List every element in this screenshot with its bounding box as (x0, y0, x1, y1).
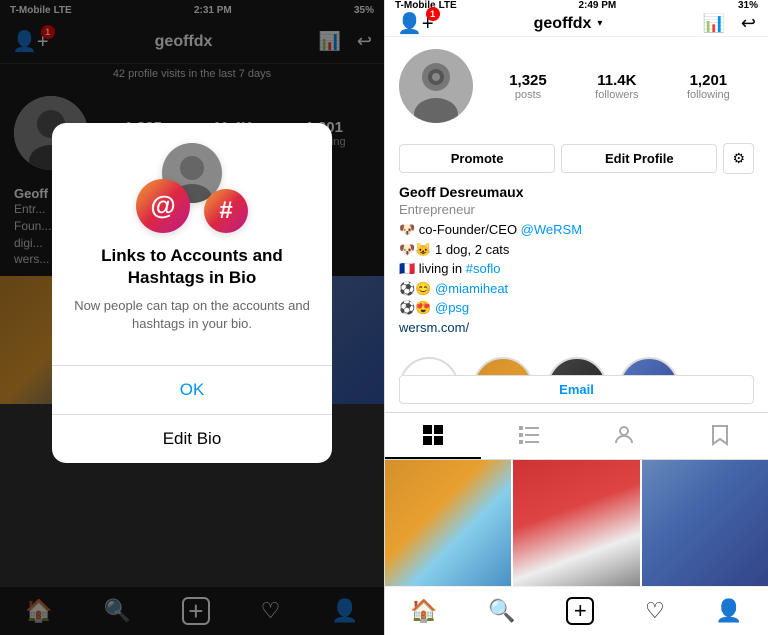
bio-miamiheatlink[interactable]: @miamiheat (435, 281, 508, 296)
tab-list[interactable] (481, 413, 577, 459)
bio-website: wersm.com/ (399, 318, 754, 338)
bio-line-3: 🇫🇷 living in #soflo (399, 259, 754, 279)
settings-button[interactable]: ⚙ (723, 143, 754, 174)
bio-psglink[interactable]: @psg (435, 300, 469, 315)
right-stat-posts: 1,325 posts (509, 72, 547, 101)
right-followers-number: 11.4K (597, 72, 636, 89)
email-button[interactable]: Email (399, 375, 754, 404)
bio-line-5: ⚽😍 @psg (399, 298, 754, 318)
right-posts-number: 1,325 (509, 72, 547, 89)
bio-line-1: 🐶 co-Founder/CEO @WeRSM (399, 220, 754, 240)
at-icon: @ (136, 179, 190, 233)
highlight-new[interactable]: + New (399, 357, 459, 375)
bio-line-4: ⚽😊 @miamiheat (399, 279, 754, 299)
right-photo-red-wall[interactable] (513, 460, 639, 586)
right-photo-desert[interactable] (385, 460, 511, 586)
right-following-label: following (687, 89, 730, 101)
right-tab-search[interactable]: 🔍 (488, 598, 515, 624)
right-tab-home[interactable]: 🏠 (410, 598, 437, 624)
right-tab-add[interactable]: + (566, 597, 594, 625)
right-tab-bar: 🏠 🔍 + ♡ 👤 (385, 586, 768, 635)
highlight-panthers[interactable]: Panthers (619, 357, 679, 375)
highlight-add-circle: + (399, 357, 459, 375)
highlight-ektoras-circle (547, 357, 607, 375)
right-panel: T-Mobile LTE 2:49 PM 31% 👤+ 1 geoffdx ▾ … (384, 0, 768, 635)
battery-right: 31% (738, 0, 758, 11)
right-stat-following: 1,201 following (687, 72, 730, 101)
graph-icon-right[interactable]: 📊 (702, 13, 724, 34)
bio-line-2: 🐶😺 1 dog, 2 cats (399, 240, 754, 260)
right-top-nav: 👤+ 1 geoffdx ▾ 📊 ↩ (385, 11, 768, 37)
edit-profile-button[interactable]: Edit Profile (561, 144, 717, 173)
highlight-music-circle (473, 357, 533, 375)
right-stat-followers: 11.4K followers (595, 72, 638, 101)
right-stats-group: 1,325 posts 11.4K followers 1,201 follow… (485, 72, 754, 101)
tab-tagged[interactable] (577, 413, 673, 459)
right-photo-legs[interactable] (642, 460, 768, 586)
dialog-box: @ # Links to Accounts and Hashtags in Bi… (52, 123, 332, 464)
tab-grid[interactable] (385, 413, 481, 459)
right-posts-label: posts (515, 89, 541, 101)
history-icon-right[interactable]: ↩ (741, 13, 756, 34)
right-followers-label: followers (595, 89, 638, 101)
dialog-title: Links to Accounts and Hashtags in Bio (72, 245, 312, 289)
content-tabs (385, 412, 768, 460)
network-right: LTE (439, 0, 457, 11)
dialog-icons: @ # (132, 143, 252, 233)
highlight-music[interactable]: Music in Mi... (471, 357, 535, 375)
notification-badge-right: 1 (426, 7, 440, 21)
right-avatar (399, 49, 473, 123)
profile-action-buttons: Promote Edit Profile ⚙ (385, 135, 768, 182)
bio-wersmlink[interactable]: @WeRSM (521, 222, 582, 237)
right-profile-name: Geoff Desreumaux (399, 184, 754, 200)
right-status-bar: T-Mobile LTE 2:49 PM 31% (385, 0, 768, 11)
highlight-ektoras[interactable]: Ektoras (547, 357, 607, 375)
time-right: 2:49 PM (578, 0, 616, 11)
right-nav-icons: 📊 ↩ (702, 13, 756, 34)
right-profile-bio: 🐶 co-Founder/CEO @WeRSM 🐶😺 1 dog, 2 cats… (399, 220, 754, 337)
dialog-edit-button[interactable]: Edit Bio (52, 415, 332, 463)
dialog-description: Now people can tap on the accounts and h… (72, 297, 312, 333)
highlight-panthers-circle (619, 357, 679, 375)
right-username-group: geoffdx ▾ (534, 15, 603, 33)
right-photos-grid (385, 460, 768, 586)
dialog-ok-button[interactable]: OK (52, 366, 332, 415)
right-profile-stats: 1,325 posts 11.4K followers 1,201 follow… (385, 37, 768, 135)
right-profile-info: Geoff Desreumaux Entrepreneur 🐶 co-Found… (385, 182, 768, 345)
tab-saved[interactable] (672, 413, 768, 459)
left-panel: T-Mobile LTE 2:31 PM 35% 👤+ 1 geoffdx 📊 … (0, 0, 384, 635)
chevron-down-icon: ▾ (597, 18, 602, 29)
right-following-number: 1,201 (690, 72, 728, 89)
right-tab-heart[interactable]: ♡ (645, 598, 665, 624)
hash-icon: # (204, 189, 248, 233)
add-person-wrapper-right[interactable]: 👤+ 1 (397, 11, 434, 36)
dialog-content: @ # Links to Accounts and Hashtags in Bi… (52, 123, 332, 350)
highlights-row: + New Music in Mi... Ektoras Panthers (385, 345, 768, 375)
right-username: geoffdx (534, 15, 592, 33)
bio-soflolink[interactable]: #soflo (466, 261, 501, 276)
dialog-overlay: @ # Links to Accounts and Hashtags in Bi… (0, 0, 384, 635)
right-profile-title: Entrepreneur (399, 202, 754, 217)
website-link[interactable]: wersm.com/ (399, 320, 469, 335)
promote-button[interactable]: Promote (399, 144, 555, 173)
right-tab-profile[interactable]: 👤 (715, 598, 742, 624)
